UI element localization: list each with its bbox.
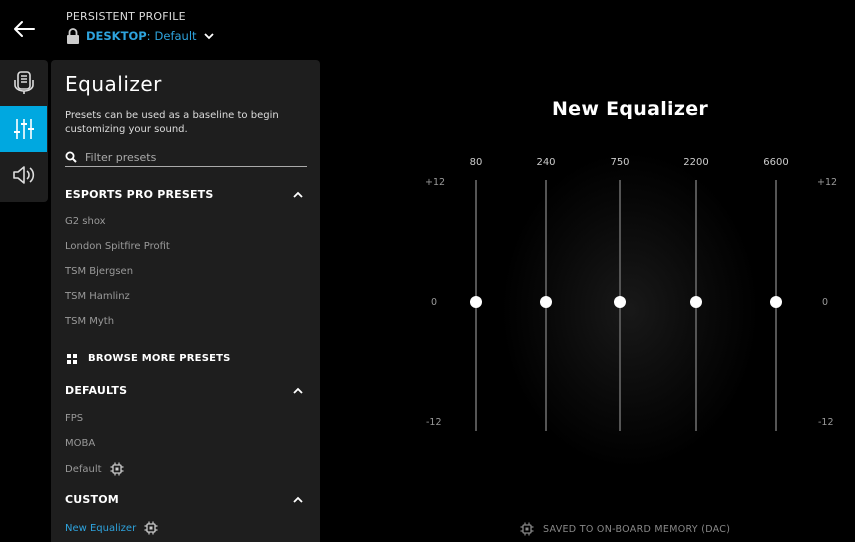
section-title: ESPORTS PRO PRESETS bbox=[65, 188, 214, 201]
device-separator: : bbox=[146, 29, 151, 43]
band-frequency-label: 2200 bbox=[683, 157, 709, 168]
preset-item[interactable]: London Spitfire Profit bbox=[65, 241, 170, 252]
chevron-up-icon bbox=[293, 496, 303, 503]
preset-item[interactable]: FPS bbox=[65, 413, 83, 424]
saved-status: SAVED TO ON-BOARD MEMORY (DAC) bbox=[520, 522, 730, 536]
search-icon bbox=[65, 151, 77, 163]
scale-max-left: +12 bbox=[425, 177, 446, 188]
device-name: DESKTOP bbox=[86, 29, 147, 43]
preset-item-new-equalizer[interactable]: New Equalizer bbox=[65, 521, 158, 535]
section-custom[interactable]: CUSTOM bbox=[65, 493, 307, 506]
band-slider-thumb[interactable] bbox=[614, 296, 626, 308]
chevron-up-icon bbox=[293, 191, 303, 198]
saved-text: SAVED TO ON-BOARD MEMORY (DAC) bbox=[543, 523, 731, 535]
band-frequency-label: 750 bbox=[610, 157, 630, 168]
equalizer-icon bbox=[13, 119, 34, 139]
band-slider-thumb[interactable] bbox=[540, 296, 552, 308]
onboard-memory-chip-icon bbox=[520, 522, 534, 536]
browse-more-presets-button[interactable]: BROWSE MORE PRESETS bbox=[67, 353, 231, 364]
panel-title: Equalizer bbox=[65, 72, 162, 96]
scale-mid-left: 0 bbox=[431, 297, 438, 308]
sidebar-item-equalizer[interactable] bbox=[0, 106, 47, 152]
grid-icon bbox=[67, 353, 77, 364]
sidebar-item-device[interactable] bbox=[0, 60, 47, 106]
filter-presets-search bbox=[65, 148, 307, 167]
preset-item-label: New Equalizer bbox=[65, 522, 137, 534]
band-slider-thumb[interactable] bbox=[690, 296, 702, 308]
scale-max-right: +12 bbox=[817, 177, 838, 188]
feature-sidebar bbox=[0, 60, 48, 202]
chevron-up-icon bbox=[293, 387, 303, 394]
preset-item[interactable]: TSM Bjergsen bbox=[65, 266, 133, 277]
chevron-down-icon bbox=[203, 33, 214, 40]
section-title: CUSTOM bbox=[65, 493, 119, 506]
lock-icon bbox=[67, 28, 79, 44]
preset-item[interactable]: TSM Myth bbox=[65, 316, 114, 327]
equalizer-title: New Equalizer bbox=[551, 98, 709, 120]
filter-presets-input[interactable] bbox=[85, 150, 295, 164]
band-frequency-label: 6600 bbox=[763, 157, 789, 168]
band-frequency-label: 80 bbox=[469, 157, 483, 168]
browse-label: BROWSE MORE PRESETS bbox=[88, 353, 231, 364]
scale-min-left: -12 bbox=[426, 417, 442, 428]
headset-background-image bbox=[500, 150, 760, 470]
speaker-sound-icon bbox=[12, 166, 34, 184]
panel-description: Presets can be used as a baseline to beg… bbox=[65, 110, 279, 135]
band-slider-thumb[interactable] bbox=[470, 296, 482, 308]
profile-label: PERSISTENT PROFILE bbox=[66, 10, 186, 23]
preset-item[interactable]: TSM Hamlinz bbox=[65, 291, 130, 302]
band-frequency-label: 240 bbox=[536, 157, 556, 168]
onboard-memory-chip-icon bbox=[144, 521, 158, 535]
scale-mid-right: 0 bbox=[822, 297, 829, 308]
section-title: DEFAULTS bbox=[65, 384, 128, 397]
back-arrow-icon[interactable] bbox=[12, 18, 36, 40]
profile-name: Default bbox=[154, 29, 197, 43]
section-defaults[interactable]: DEFAULTS bbox=[65, 384, 307, 397]
scale-min-right: -12 bbox=[818, 417, 834, 428]
preset-item-default[interactable]: Default bbox=[65, 462, 124, 476]
profile-selector[interactable]: DESKTOP : Default bbox=[66, 28, 215, 44]
preset-item[interactable]: G2 shox bbox=[65, 216, 106, 227]
section-esports-pro-presets[interactable]: ESPORTS PRO PRESETS bbox=[65, 188, 307, 201]
onboard-memory-chip-icon bbox=[110, 462, 124, 476]
sidebar-item-sound[interactable] bbox=[0, 152, 47, 198]
preset-item-label: Default bbox=[65, 463, 102, 475]
equalizer-presets-panel: Equalizer Presets can be used as a basel… bbox=[51, 60, 320, 542]
preset-item[interactable]: MOBA bbox=[65, 438, 95, 449]
band-slider-thumb[interactable] bbox=[770, 296, 782, 308]
headset-device-icon bbox=[13, 71, 34, 94]
